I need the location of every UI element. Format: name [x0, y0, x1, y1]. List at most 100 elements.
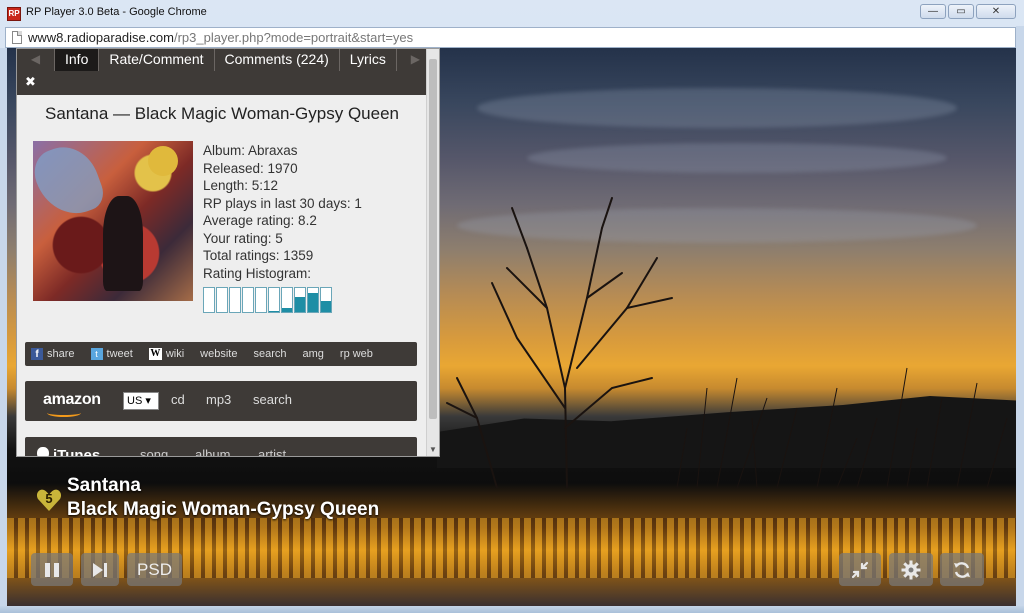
window-title: RP Player 3.0 Beta - Google Chrome — [26, 6, 207, 18]
itunes-logo[interactable]: iTunes — [53, 447, 100, 456]
rating-histogram — [203, 287, 332, 313]
scroll-down-arrow-icon[interactable]: ▼ — [429, 445, 437, 454]
skip-forward-icon — [93, 562, 107, 577]
wiki-link[interactable]: W wiki — [148, 348, 185, 360]
url-host: www8.radioparadise.com — [28, 30, 174, 45]
histogram-bar — [203, 287, 215, 313]
length-line: Length: 5:12 — [203, 178, 279, 193]
amazon-logo[interactable]: amazon — [43, 391, 101, 409]
tab-lyrics[interactable]: Lyrics — [340, 49, 397, 71]
wikipedia-icon: W — [148, 348, 162, 360]
url-path: /rp3_player.php?mode=portrait&start=yes — [173, 30, 414, 45]
histogram-bar — [294, 287, 306, 313]
released-line: Released: 1970 — [203, 160, 298, 176]
browser-window: RP RP Player 3.0 Beta - Google Chrome — … — [0, 0, 1024, 613]
your-rating-line: Your rating: 5 — [203, 230, 283, 246]
amazon-smile-icon — [47, 409, 81, 417]
album-art-sun — [148, 146, 178, 176]
plays-line: RP plays in last 30 days: 1 — [203, 195, 362, 211]
cloud — [527, 143, 947, 173]
user-rating-value: 5 — [45, 491, 53, 506]
histogram-bar — [216, 287, 228, 313]
song-info-panel: ◀ Info Rate/Comment Comments (224) Lyric… — [16, 48, 440, 457]
psd-button[interactable]: PSD — [127, 553, 182, 586]
refresh-icon — [954, 561, 970, 578]
histogram-bar — [281, 287, 293, 313]
histogram-bar — [307, 287, 319, 313]
panel-header: ◀ Info Rate/Comment Comments (224) Lyric… — [17, 49, 435, 95]
settings-button[interactable] — [889, 553, 933, 586]
share-bar: f share t tweet W wiki website search am… — [25, 342, 417, 366]
histogram-bar — [242, 287, 254, 313]
histogram-bar-fill — [321, 301, 331, 312]
close-panel-icon[interactable]: ✖ — [25, 74, 36, 90]
tweet-label: tweet — [106, 348, 133, 360]
minimize-player-button[interactable] — [839, 553, 881, 586]
maximize-button[interactable]: ▭ — [948, 4, 974, 19]
itunes-artist-link[interactable]: artist — [258, 447, 286, 456]
skip-button[interactable] — [81, 553, 119, 586]
total-ratings-line: Total ratings: 1359 — [203, 248, 314, 263]
minimize-button[interactable]: — — [920, 4, 946, 19]
album-cover — [33, 141, 193, 301]
histogram-bar-fill — [269, 310, 279, 312]
histogram-bar — [268, 287, 280, 313]
histogram-bar-fill — [308, 293, 318, 312]
search-link[interactable]: search — [253, 348, 286, 360]
pause-button[interactable] — [31, 553, 73, 586]
rp-web-link[interactable]: rp web — [340, 348, 373, 360]
histogram-bar — [320, 287, 332, 313]
rp-app-icon: RP — [7, 7, 21, 21]
pause-icon — [45, 562, 59, 577]
bare-trees — [446, 197, 1008, 488]
album-line: Album: Abraxas — [203, 143, 298, 158]
share-twitter-link[interactable]: t tweet — [90, 348, 133, 360]
panel-tabs: ◀ Info Rate/Comment Comments (224) Lyric… — [17, 49, 435, 71]
album-art-wing — [33, 141, 109, 225]
bottom-frame — [0, 606, 1024, 613]
right-frame — [1016, 26, 1024, 606]
prev-song-button[interactable]: ◀ — [17, 49, 55, 71]
song-metadata: Album: Abraxas Released: 1970 Length: 5:… — [203, 142, 362, 282]
left-frame — [0, 48, 7, 606]
twitter-icon: t — [90, 348, 103, 360]
address-bar[interactable]: www8.radioparadise.com/rp3_player.php?mo… — [5, 27, 1016, 48]
share-facebook-link[interactable]: f share — [31, 348, 75, 360]
histogram-bar — [229, 287, 241, 313]
cloud — [477, 88, 957, 128]
histogram-bar-fill — [295, 297, 305, 312]
itunes-album-link[interactable]: album — [195, 447, 230, 456]
apple-icon — [37, 447, 49, 456]
facebook-icon: f — [31, 348, 43, 360]
website-link[interactable]: website — [200, 348, 237, 360]
histogram-label: Rating Histogram: — [203, 265, 312, 281]
page-icon — [12, 31, 22, 44]
tab-rate-comment[interactable]: Rate/Comment — [99, 49, 215, 71]
share-label: share — [47, 348, 75, 360]
average-rating-line: Average rating: 8.2 — [203, 213, 317, 228]
itunes-song-link[interactable]: song — [140, 447, 168, 456]
tab-comments[interactable]: Comments (224) — [215, 49, 340, 71]
histogram-bar — [255, 287, 267, 313]
wiki-label: wiki — [165, 348, 185, 360]
amazon-search-link[interactable]: search — [253, 392, 292, 407]
now-playing-song: Black Magic Woman-Gypsy Queen — [67, 499, 380, 520]
amg-link[interactable]: amg — [303, 348, 324, 360]
amazon-bar: amazon US ▾ cd mp3 search — [25, 381, 417, 421]
now-playing-artist: Santana — [67, 475, 141, 496]
scrollbar-thumb[interactable] — [429, 59, 437, 419]
refresh-button[interactable] — [940, 553, 984, 586]
song-heading: Santana — Black Magic Woman-Gypsy Queen — [44, 104, 399, 123]
title-bar: RP RP Player 3.0 Beta - Google Chrome — … — [0, 0, 1024, 26]
window-controls: — ▭ ✕ — [920, 4, 1016, 19]
tab-info[interactable]: Info — [55, 49, 100, 71]
compress-arrows-icon — [851, 561, 869, 578]
amazon-cd-link[interactable]: cd — [171, 392, 185, 407]
album-art-figure — [103, 196, 143, 291]
panel-scrollbar[interactable]: ▼ — [426, 49, 439, 456]
amazon-mp3-link[interactable]: mp3 — [206, 392, 231, 407]
itunes-bar: iTunes song album artist — [25, 437, 417, 456]
close-button[interactable]: ✕ — [976, 4, 1016, 19]
store-country-select[interactable]: US ▾ — [123, 392, 159, 410]
url-text[interactable]: www8.radioparadise.com/rp3_player.php?mo… — [28, 30, 413, 45]
